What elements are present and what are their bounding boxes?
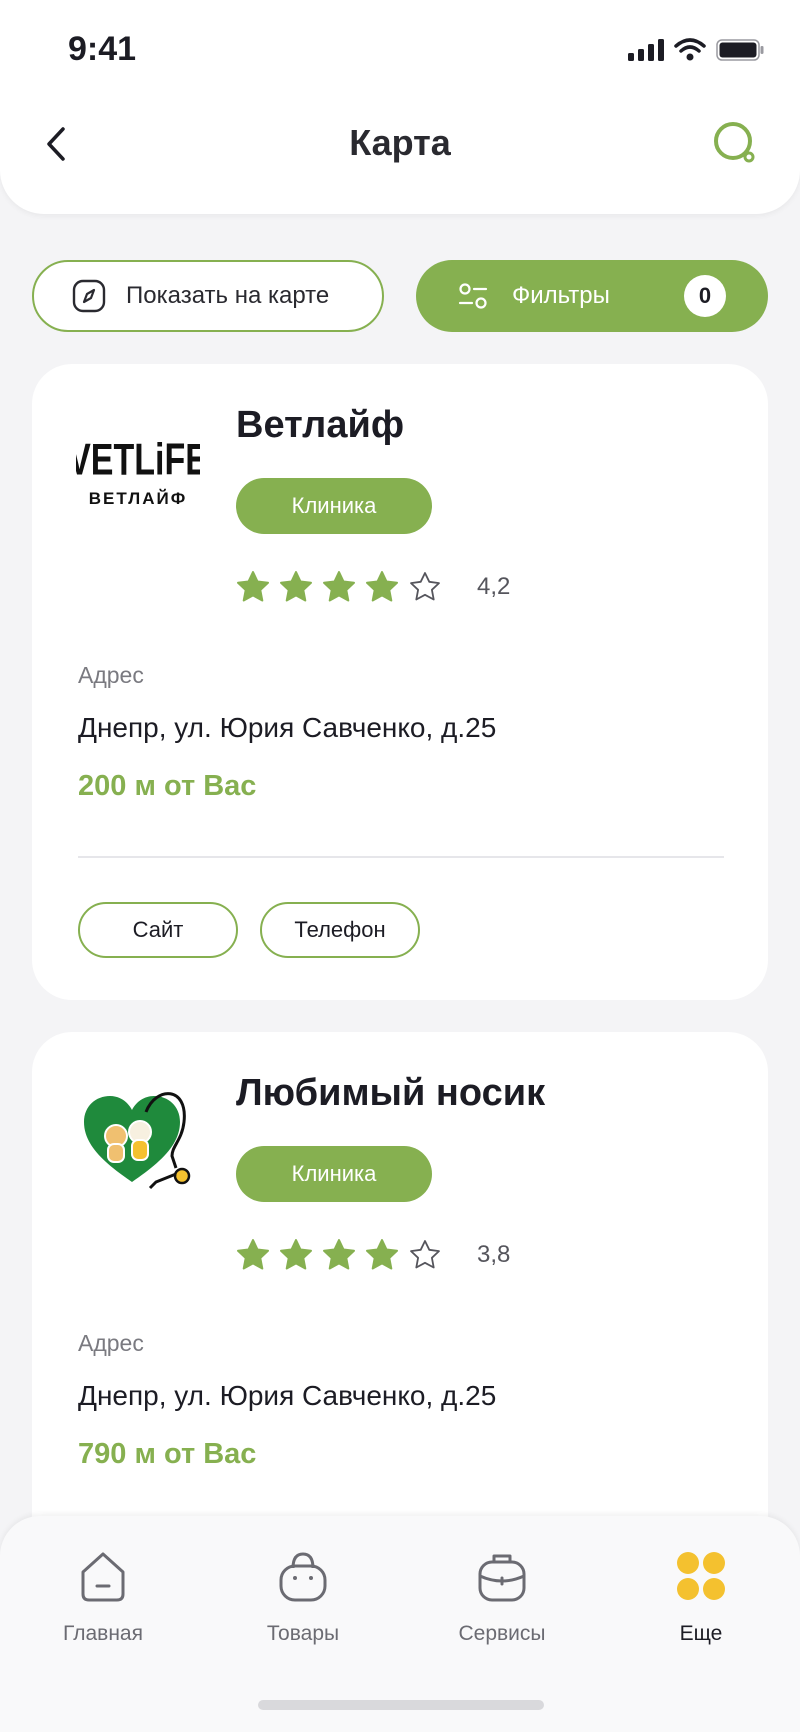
star-filled-icon <box>366 1239 398 1270</box>
svg-text:ВЕТЛАЙФ: ВЕТЛАЙФ <box>89 489 188 508</box>
distance-text: 200 м от Вас <box>78 770 257 802</box>
clinic-name: Любимый носик <box>236 1072 546 1114</box>
category-tag: Клиника <box>236 1146 432 1202</box>
nav-label: Товары <box>266 1622 340 1645</box>
clinic-card[interactable]: VETLiFE ВЕТЛАЙФ Ветлайф Клиника 4,2 Адре… <box>32 364 768 1000</box>
battery-icon <box>716 39 764 61</box>
filters-button[interactable]: Фильтры 0 <box>416 260 768 332</box>
nav-label: Сервисы <box>458 1622 546 1645</box>
nav-item-products[interactable]: Товары <box>228 1546 378 1646</box>
rating-stars: 4,2 <box>236 570 510 604</box>
rating-value: 4,2 <box>477 573 511 600</box>
vetlife-logo: VETLiFE ВЕТЛАЙФ <box>76 435 200 508</box>
clinic-card[interactable]: Любимый носик Клиника 3,8 Адрес Днепр, у… <box>32 1032 768 1592</box>
top-bar: 9:41 Карта <box>0 0 800 214</box>
lyubimy-nosik-logo <box>84 1092 191 1190</box>
home-icon <box>81 1552 125 1602</box>
rating-value: 3,8 <box>477 1241 511 1268</box>
show-on-map-label: Показать на карте <box>126 282 330 309</box>
address-label: Адрес <box>78 1330 144 1356</box>
bag-icon <box>279 1552 327 1602</box>
star-empty-icon <box>410 572 440 601</box>
filters-label: Фильтры <box>512 282 610 309</box>
svg-text:VETLiFE: VETLiFE <box>76 435 200 484</box>
star-empty-icon <box>410 1240 440 1269</box>
show-on-map-button[interactable]: Показать на карте <box>32 260 384 332</box>
nav-item-home[interactable]: Главная <box>28 1546 178 1646</box>
briefcase-icon <box>478 1554 526 1602</box>
filters-count-badge: 0 <box>684 275 726 317</box>
nav-item-services[interactable]: Сервисы <box>427 1546 577 1646</box>
divider <box>78 856 724 858</box>
search-button[interactable] <box>708 116 764 172</box>
nav-label: Главная <box>63 1622 143 1645</box>
address-label: Адрес <box>78 662 144 688</box>
search-icon <box>714 122 755 163</box>
star-filled-icon <box>280 571 312 602</box>
nav-item-more[interactable]: Еще <box>626 1546 776 1646</box>
phone-button[interactable]: Телефон <box>260 902 420 958</box>
star-filled-icon <box>280 1239 312 1270</box>
clinic-name: Ветлайф <box>236 404 405 446</box>
address-value: Днепр, ул. Юрия Савченко, д.25 <box>78 712 497 743</box>
distance-text: 790 м от Вас <box>78 1438 257 1470</box>
star-filled-icon <box>323 571 355 602</box>
nav-label: Еще <box>679 1622 723 1645</box>
star-filled-icon <box>237 571 269 602</box>
star-filled-icon <box>237 1239 269 1270</box>
star-filled-icon <box>323 1239 355 1270</box>
category-tag: Клиника <box>236 478 432 534</box>
star-filled-icon <box>366 571 398 602</box>
more-grid-icon <box>677 1552 725 1600</box>
status-time: 9:41 <box>68 30 137 68</box>
page-title: Карта <box>349 122 451 163</box>
wifi-icon <box>674 38 706 61</box>
cellular-signal-icon <box>628 39 664 61</box>
home-indicator[interactable] <box>258 1700 544 1710</box>
compass-icon <box>72 279 106 313</box>
filter-sliders-icon <box>458 283 488 309</box>
rating-stars: 3,8 <box>236 1238 510 1272</box>
site-button[interactable]: Сайт <box>78 902 238 958</box>
status-icons <box>628 36 764 64</box>
address-value: Днепр, ул. Юрия Савченко, д.25 <box>78 1380 497 1411</box>
